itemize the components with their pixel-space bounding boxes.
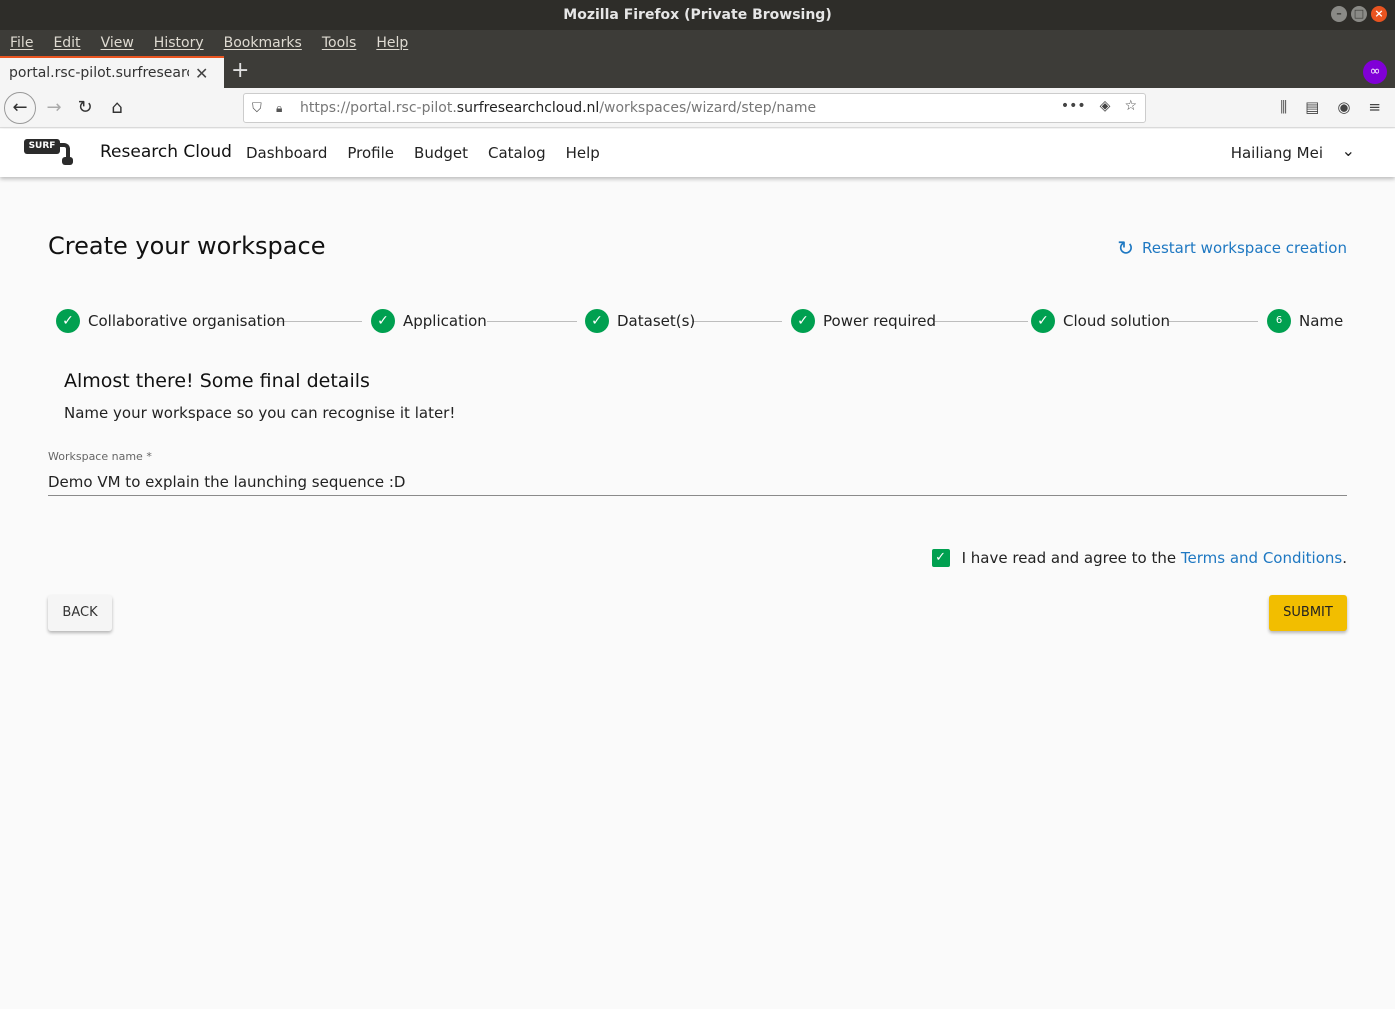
workspace-name-input[interactable]: [48, 469, 1347, 496]
close-window-button[interactable]: ×: [1371, 6, 1387, 22]
nav-profile[interactable]: Profile: [347, 144, 394, 162]
app-nav: Dashboard Profile Budget Catalog Help: [246, 144, 600, 162]
page-title: Create your workspace: [48, 232, 326, 260]
url-text[interactable]: https://portal.rsc-pilot.surfresearchclo…: [300, 100, 816, 116]
back-icon[interactable]: ←: [4, 92, 36, 124]
brand-title[interactable]: Research Cloud: [100, 142, 232, 162]
home-icon[interactable]: ⌂: [103, 94, 131, 122]
menu-edit[interactable]: Edit: [53, 35, 80, 51]
restart-workspace-link[interactable]: ↻ Restart workspace creation: [1117, 236, 1347, 260]
account-icon[interactable]: ◉: [1337, 98, 1350, 116]
url-domain: surfresearchcloud.nl: [456, 100, 600, 116]
menu-tools[interactable]: Tools: [322, 35, 357, 51]
step-label: Cloud solution: [1063, 312, 1171, 330]
step-name[interactable]: 6 Name: [1267, 309, 1343, 333]
menubar: File Edit View History Bookmarks Tools H…: [0, 30, 1395, 56]
step-connector: [692, 321, 782, 322]
url-actions: ••• ◈ ☆: [1061, 98, 1137, 114]
reload-icon[interactable]: ↻: [71, 94, 99, 122]
browser-tab[interactable]: portal.rsc-pilot.surfresearchcloud.nl ✕: [0, 56, 224, 88]
step-label: Power required: [823, 312, 936, 330]
step-application[interactable]: ✓ Application: [371, 309, 487, 333]
window-titlebar: Mozilla Firefox (Private Browsing) – □ ×: [0, 0, 1395, 30]
nav-help[interactable]: Help: [566, 144, 600, 162]
terms-prefix: I have read and agree to the: [961, 549, 1181, 567]
menu-file[interactable]: File: [10, 35, 33, 51]
forward-icon[interactable]: →: [40, 94, 68, 122]
restart-icon: ↻: [1117, 236, 1134, 260]
library-icon[interactable]: ⫼: [1280, 98, 1287, 116]
window-controls: – □ ×: [1331, 6, 1387, 22]
back-button[interactable]: BACK: [48, 595, 112, 631]
workspace-name-label: Workspace name *: [48, 450, 152, 463]
terms-suffix: .: [1342, 549, 1347, 567]
step-connector: [487, 321, 577, 322]
step-power-required[interactable]: ✓ Power required: [791, 309, 936, 333]
step-connector: [933, 321, 1028, 322]
surf-logo[interactable]: SURF: [24, 139, 74, 165]
check-circle-icon: ✓: [371, 309, 395, 333]
step-label: Dataset(s): [617, 312, 696, 330]
submit-button[interactable]: SUBMIT: [1269, 595, 1347, 631]
navigation-toolbar: ← → ↻ ⌂ ⛉ 🔒︎ https://portal.rsc-pilot.su…: [0, 88, 1395, 128]
step-number-icon: 6: [1267, 309, 1291, 333]
step-datasets[interactable]: ✓ Dataset(s): [585, 309, 695, 333]
private-browsing-icon: ∞: [1363, 60, 1387, 84]
nav-budget[interactable]: Budget: [414, 144, 468, 162]
step-connector: [1169, 321, 1258, 322]
logo-text: SURF: [24, 139, 60, 154]
terms-checkbox[interactable]: ✓: [931, 549, 950, 567]
url-bar[interactable]: ⛉ 🔒︎ https://portal.rsc-pilot.surfresear…: [243, 93, 1146, 123]
toolbar-right: ⫼ ▤ ◉ ≡: [1280, 98, 1381, 116]
step-label: Collaborative organisation: [88, 312, 286, 330]
check-circle-icon: ✓: [1031, 309, 1055, 333]
logo-dot: [62, 157, 73, 165]
new-tab-icon[interactable]: +: [231, 58, 249, 83]
menu-view[interactable]: View: [101, 35, 134, 51]
menu-help[interactable]: Help: [376, 35, 408, 51]
pocket-icon[interactable]: ◈: [1100, 98, 1111, 114]
sidebar-icon[interactable]: ▤: [1305, 98, 1319, 116]
app-header: SURF Research Cloud Dashboard Profile Bu…: [0, 129, 1395, 177]
nav-catalog[interactable]: Catalog: [488, 144, 546, 162]
lock-icon[interactable]: 🔒︎: [276, 101, 288, 116]
step-connector: [272, 321, 362, 322]
tab-close-icon[interactable]: ✕: [195, 64, 208, 83]
maximize-button[interactable]: □: [1351, 6, 1367, 22]
user-name[interactable]: Hailiang Mei: [1231, 144, 1323, 162]
check-circle-icon: ✓: [56, 309, 80, 333]
url-path: /workspaces/wizard/step/name: [599, 100, 817, 116]
section-subtitle: Name your workspace so you can recognise…: [64, 404, 456, 422]
bookmark-star-icon[interactable]: ☆: [1124, 98, 1137, 114]
terms-agreement: ✓ I have read and agree to the Terms and…: [931, 549, 1347, 567]
url-prefix: https://portal.rsc-pilot.: [300, 100, 457, 116]
page-actions-icon[interactable]: •••: [1061, 98, 1086, 114]
wizard-stepper: ✓ Collaborative organisation ✓ Applicati…: [56, 309, 1346, 333]
menu-history[interactable]: History: [154, 35, 204, 51]
minimize-button[interactable]: –: [1331, 6, 1347, 22]
check-circle-icon: ✓: [585, 309, 609, 333]
section-title: Almost there! Some final details: [64, 370, 370, 392]
step-collaborative-organisation[interactable]: ✓ Collaborative organisation: [56, 309, 285, 333]
restart-label: Restart workspace creation: [1142, 239, 1347, 257]
menu-bookmarks[interactable]: Bookmarks: [224, 35, 302, 51]
chevron-down-icon[interactable]: ⌄: [1342, 141, 1355, 160]
check-circle-icon: ✓: [791, 309, 815, 333]
tab-strip: portal.rsc-pilot.surfresearchcloud.nl ✕ …: [0, 56, 1395, 88]
nav-dashboard[interactable]: Dashboard: [246, 144, 327, 162]
step-label: Name: [1299, 312, 1344, 330]
hamburger-menu-icon[interactable]: ≡: [1368, 98, 1381, 116]
step-label: Application: [403, 312, 487, 330]
tab-title: portal.rsc-pilot.surfresearchcloud.nl: [9, 65, 189, 81]
step-cloud-solution[interactable]: ✓ Cloud solution: [1031, 309, 1170, 333]
window-title: Mozilla Firefox (Private Browsing): [563, 7, 832, 23]
terms-link[interactable]: Terms and Conditions: [1181, 549, 1342, 567]
tracking-shield-icon[interactable]: ⛉: [252, 101, 266, 116]
